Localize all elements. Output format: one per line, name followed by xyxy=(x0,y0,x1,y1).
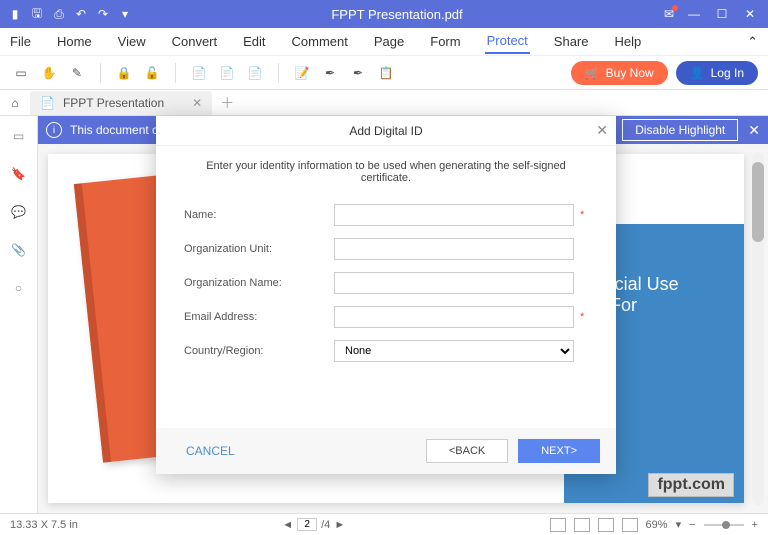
name-label: Name: xyxy=(184,209,334,221)
cert-doc-icon[interactable]: 📄 xyxy=(244,62,266,84)
redo-icon[interactable]: ↷ xyxy=(92,3,114,25)
home-icon[interactable]: ⌂ xyxy=(0,96,30,110)
mail-icon[interactable]: ✉ xyxy=(658,3,680,25)
view-continuous-icon[interactable] xyxy=(574,518,590,532)
page-dimensions: 13.33 X 7.5 in xyxy=(10,519,78,531)
manage-signature-icon[interactable]: 📋 xyxy=(375,62,397,84)
menu-home[interactable]: Home xyxy=(55,30,94,53)
disable-highlight-button[interactable]: Disable Highlight xyxy=(622,119,738,141)
menu-page[interactable]: Page xyxy=(372,30,406,53)
org-name-label: Organization Name: xyxy=(184,277,334,289)
view-single-icon[interactable] xyxy=(550,518,566,532)
bookmarks-icon[interactable]: 🔖 xyxy=(9,164,29,184)
dialog-close-icon[interactable]: ✕ xyxy=(596,122,608,139)
zoom-out-icon[interactable]: − xyxy=(689,519,695,531)
zoom-dropdown-icon[interactable]: ▾ xyxy=(676,518,682,531)
menu-comment[interactable]: Comment xyxy=(290,30,350,53)
status-bar: 13.33 X 7.5 in ◄ /4 ► 69% ▾ − + xyxy=(0,513,768,535)
collapse-ribbon-icon[interactable]: ⌃ xyxy=(745,30,760,54)
comments-icon[interactable]: 💬 xyxy=(9,202,29,222)
cart-icon: 🛒 xyxy=(585,66,600,80)
dialog-title-bar: Add Digital ID ✕ xyxy=(156,116,616,146)
titlebar: ▮ 🖫 ⎙ ↶ ↷ ▾ FPPT Presentation.pdf ✉ ― ☐ … xyxy=(0,0,768,28)
menubar: File Home View Convert Edit Comment Page… xyxy=(0,28,768,56)
menu-edit[interactable]: Edit xyxy=(241,30,267,53)
dialog-title: Add Digital ID xyxy=(349,124,422,138)
buy-now-button[interactable]: 🛒Buy Now xyxy=(571,61,668,85)
menu-help[interactable]: Help xyxy=(613,30,644,53)
add-signature-icon[interactable]: ✒ xyxy=(319,62,341,84)
edit-tool-icon[interactable]: ✎ xyxy=(66,62,88,84)
page-total: /4 xyxy=(321,519,330,531)
close-tab-icon[interactable]: ✕ xyxy=(192,96,202,110)
sign-doc-icon[interactable]: 📄 xyxy=(188,62,210,84)
user-icon: 👤 xyxy=(690,66,705,80)
qat-dropdown-icon[interactable]: ▾ xyxy=(114,3,136,25)
view-facing-continuous-icon[interactable] xyxy=(622,518,638,532)
undo-icon[interactable]: ↶ xyxy=(70,3,92,25)
close-notice-icon[interactable]: ✕ xyxy=(748,122,760,139)
dialog-instruction: Enter your identity information to be us… xyxy=(184,160,588,184)
maximize-button[interactable]: ☐ xyxy=(708,0,736,28)
signature-icon[interactable]: 📝 xyxy=(291,62,313,84)
back-button[interactable]: <BACK xyxy=(426,439,508,463)
minimize-button[interactable]: ― xyxy=(680,0,708,28)
next-button[interactable]: NEXT> xyxy=(518,439,600,463)
remove-signature-icon[interactable]: ✒ xyxy=(347,62,369,84)
document-tab[interactable]: 📄 FPPT Presentation ✕ xyxy=(30,91,212,115)
lock-icon[interactable]: 🔒 xyxy=(113,62,135,84)
verify-doc-icon[interactable]: 📄 xyxy=(216,62,238,84)
add-tab-icon[interactable]: ＋ xyxy=(220,93,234,113)
prev-page-icon[interactable]: ◄ xyxy=(282,519,293,531)
page-number-input[interactable] xyxy=(297,518,317,531)
email-input[interactable] xyxy=(334,306,574,328)
add-digital-id-dialog: Add Digital ID ✕ Enter your identity inf… xyxy=(156,116,616,474)
zoom-value: 69% xyxy=(646,519,668,531)
doc-tab-name: FPPT Presentation xyxy=(63,96,164,110)
country-select[interactable]: None xyxy=(334,340,574,362)
vertical-scrollbar[interactable] xyxy=(752,152,764,505)
thumbnails-icon[interactable]: ▭ xyxy=(9,126,29,146)
menu-share[interactable]: Share xyxy=(552,30,591,53)
hand-tool-icon[interactable]: ✋ xyxy=(38,62,60,84)
zoom-slider[interactable] xyxy=(704,524,744,526)
name-input[interactable] xyxy=(334,204,574,226)
protect-toolbar: ▭ ✋ ✎ 🔒 🔓 📄 📄 📄 📝 ✒ ✒ 📋 🛒Buy Now 👤Log In xyxy=(0,56,768,90)
next-page-icon[interactable]: ► xyxy=(334,519,345,531)
menu-form[interactable]: Form xyxy=(428,30,462,53)
menu-file[interactable]: File xyxy=(8,30,33,53)
view-facing-icon[interactable] xyxy=(598,518,614,532)
zoom-in-icon[interactable]: + xyxy=(752,519,758,531)
unlock-icon[interactable]: 🔓 xyxy=(141,62,163,84)
email-label: Email Address: xyxy=(184,311,334,323)
print-icon[interactable]: ⎙ xyxy=(48,3,70,25)
menu-view[interactable]: View xyxy=(116,30,148,53)
menu-protect[interactable]: Protect xyxy=(485,29,530,54)
watermark: fppt.com xyxy=(648,473,734,497)
required-marker: * xyxy=(580,311,588,323)
save-icon[interactable]: 🖫 xyxy=(26,3,48,25)
doc-tab-icon: 📄 xyxy=(40,96,55,110)
country-label: Country/Region: xyxy=(184,345,334,357)
close-window-button[interactable]: ✕ xyxy=(736,0,764,28)
required-marker: * xyxy=(580,209,588,221)
chat-icon[interactable]: ○ xyxy=(9,278,29,298)
app-icon[interactable]: ▮ xyxy=(4,3,26,25)
org-name-input[interactable] xyxy=(334,272,574,294)
org-unit-input[interactable] xyxy=(334,238,574,260)
menu-convert[interactable]: Convert xyxy=(170,30,220,53)
info-icon: i xyxy=(46,122,62,138)
cancel-button[interactable]: CANCEL xyxy=(172,438,249,464)
select-tool-icon[interactable]: ▭ xyxy=(10,62,32,84)
org-unit-label: Organization Unit: xyxy=(184,243,334,255)
login-button[interactable]: 👤Log In xyxy=(676,61,758,85)
attachments-icon[interactable]: 📎 xyxy=(9,240,29,260)
left-panel: ▭ 🔖 💬 📎 ○ xyxy=(0,116,38,513)
scroll-thumb[interactable] xyxy=(752,162,764,242)
tab-bar: ⌂ 📄 FPPT Presentation ✕ ＋ xyxy=(0,90,768,116)
window-title: FPPT Presentation.pdf xyxy=(136,7,658,22)
